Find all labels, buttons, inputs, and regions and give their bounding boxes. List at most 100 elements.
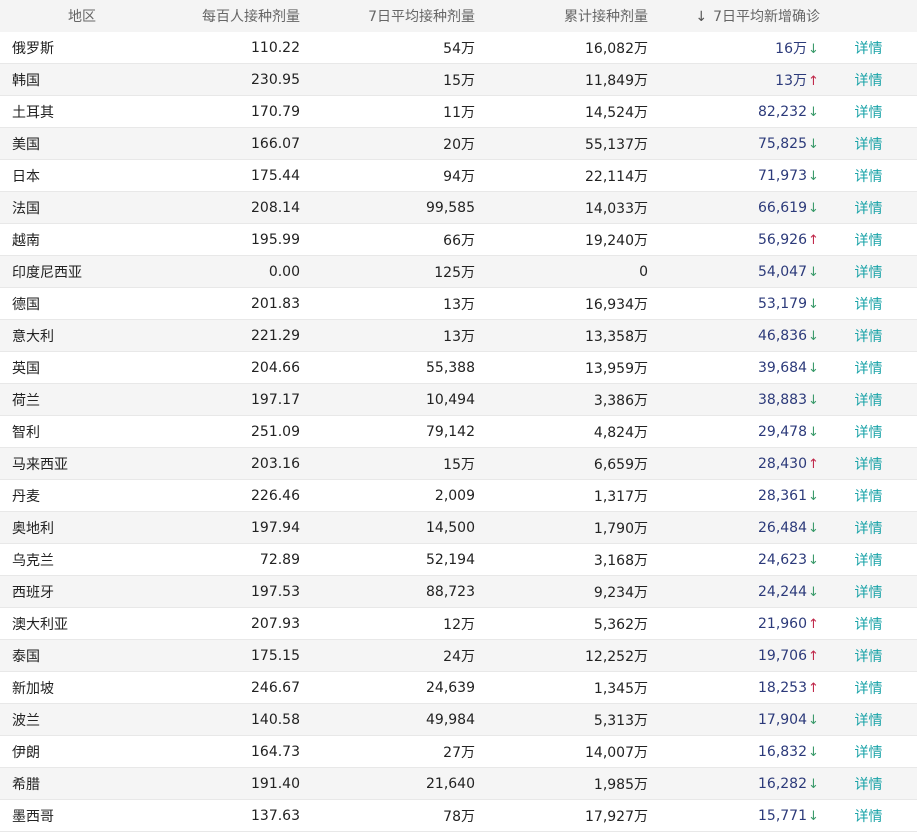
header-region[interactable]: 地区 — [0, 0, 160, 32]
arrow-up-icon: ↑ — [808, 456, 819, 472]
detail-link[interactable]: 详情 — [855, 617, 883, 633]
cell-avg7-dose: 125万 — [300, 255, 475, 288]
cell-region: 新加坡 — [0, 671, 160, 704]
cell-avg7-dose: 12万 — [300, 607, 475, 640]
cell-avg7-confirmed: 16万↓ — [648, 32, 820, 64]
detail-link[interactable]: 详情 — [855, 137, 883, 153]
arrow-down-icon: ↓ — [808, 552, 819, 568]
detail-link[interactable]: 详情 — [855, 777, 883, 793]
cell-region: 奥地利 — [0, 511, 160, 544]
cell-region: 马来西亚 — [0, 447, 160, 480]
cell-per-hundred: 208.14 — [160, 191, 300, 224]
table-row: 俄罗斯 110.22 54万 16,082万 16万↓ 详情 — [0, 32, 917, 64]
confirmed-value: 28,430 — [758, 455, 807, 472]
cell-per-hundred: 203.16 — [160, 447, 300, 480]
detail-link[interactable]: 详情 — [855, 329, 883, 345]
detail-link[interactable]: 详情 — [855, 681, 883, 697]
detail-link[interactable]: 详情 — [855, 489, 883, 505]
cell-per-hundred: 197.53 — [160, 575, 300, 608]
arrow-down-icon: ↓ — [808, 808, 819, 824]
confirmed-value: 54,047 — [758, 263, 807, 280]
cell-detail: 详情 — [820, 415, 917, 448]
table-row: 越南 195.99 66万 19,240万 56,926↑ 详情 — [0, 223, 917, 256]
detail-link[interactable]: 详情 — [855, 297, 883, 313]
confirmed-value: 16,282 — [758, 775, 807, 792]
cell-region: 印度尼西亚 — [0, 255, 160, 288]
header-avg7-confirmed[interactable]: ↓ 7日平均新增确诊 — [648, 0, 820, 32]
detail-link[interactable]: 详情 — [855, 521, 883, 537]
arrow-down-icon: ↓ — [808, 392, 819, 408]
cell-detail: 详情 — [820, 127, 917, 160]
arrow-down-icon: ↓ — [808, 360, 819, 376]
confirmed-value: 26,484 — [758, 519, 807, 536]
arrow-up-icon: ↑ — [808, 648, 819, 664]
header-avg7-dose[interactable]: 7日平均接种剂量 — [300, 0, 475, 32]
table-row: 意大利 221.29 13万 13,358万 46,836↓ 详情 — [0, 319, 917, 352]
header-per-hundred[interactable]: 每百人接种剂量 — [160, 0, 300, 32]
cell-avg7-dose: 13万 — [300, 319, 475, 352]
cell-avg7-dose: 27万 — [300, 735, 475, 768]
header-row: 地区 每百人接种剂量 7日平均接种剂量 累计接种剂量 ↓ 7日平均新增确诊 — [0, 0, 917, 32]
table-row: 墨西哥 137.63 78万 17,927万 15,771↓ 详情 — [0, 799, 917, 832]
cell-per-hundred: 197.94 — [160, 511, 300, 544]
detail-link[interactable]: 详情 — [855, 585, 883, 601]
table-row: 印度尼西亚 0.00 125万 0 54,047↓ 详情 — [0, 255, 917, 288]
table-row: 英国 204.66 55,388 13,959万 39,684↓ 详情 — [0, 351, 917, 384]
arrow-down-icon: ↓ — [808, 744, 819, 760]
detail-link[interactable]: 详情 — [855, 745, 883, 761]
detail-link[interactable]: 详情 — [855, 809, 883, 825]
cell-detail: 详情 — [820, 511, 917, 544]
detail-link[interactable]: 详情 — [855, 649, 883, 665]
cell-region: 墨西哥 — [0, 799, 160, 832]
cell-detail: 详情 — [820, 543, 917, 576]
arrow-down-icon: ↓ — [808, 584, 819, 600]
cell-avg7-dose: 88,723 — [300, 575, 475, 608]
arrow-down-icon: ↓ — [808, 136, 819, 152]
cell-per-hundred: 226.46 — [160, 479, 300, 512]
detail-link[interactable]: 详情 — [855, 73, 883, 89]
cell-total-dose: 1,345万 — [475, 671, 648, 704]
detail-link[interactable]: 详情 — [855, 713, 883, 729]
detail-link[interactable]: 详情 — [855, 393, 883, 409]
cell-avg7-confirmed: 56,926↑ — [648, 223, 820, 256]
detail-link[interactable]: 详情 — [855, 233, 883, 249]
header-total-dose[interactable]: 累计接种剂量 — [475, 0, 648, 32]
detail-link[interactable]: 详情 — [855, 425, 883, 441]
cell-avg7-dose: 2,009 — [300, 479, 475, 512]
cell-avg7-dose: 14,500 — [300, 511, 475, 544]
detail-link[interactable]: 详情 — [855, 457, 883, 473]
detail-link[interactable]: 详情 — [855, 105, 883, 121]
cell-avg7-dose: 11万 — [300, 95, 475, 128]
cell-per-hundred: 170.79 — [160, 95, 300, 128]
cell-detail: 详情 — [820, 223, 917, 256]
cell-avg7-confirmed: 66,619↓ — [648, 191, 820, 224]
detail-link[interactable]: 详情 — [855, 553, 883, 569]
cell-avg7-dose: 52,194 — [300, 543, 475, 576]
cell-region: 澳大利亚 — [0, 607, 160, 640]
cell-total-dose: 0 — [475, 255, 648, 288]
detail-link[interactable]: 详情 — [855, 201, 883, 217]
detail-link[interactable]: 详情 — [855, 265, 883, 281]
sort-arrow-down-icon[interactable]: ↓ — [695, 9, 707, 25]
detail-link[interactable]: 详情 — [855, 41, 883, 57]
cell-detail: 详情 — [820, 351, 917, 384]
cell-avg7-dose: 55,388 — [300, 351, 475, 384]
detail-link[interactable]: 详情 — [855, 361, 883, 377]
arrow-up-icon: ↑ — [808, 616, 819, 632]
cell-detail: 详情 — [820, 479, 917, 512]
table-row: 德国 201.83 13万 16,934万 53,179↓ 详情 — [0, 287, 917, 320]
cell-region: 美国 — [0, 127, 160, 160]
cell-avg7-confirmed: 28,361↓ — [648, 479, 820, 512]
cell-avg7-confirmed: 13万↑ — [648, 63, 820, 96]
cell-detail: 详情 — [820, 95, 917, 128]
cell-per-hundred: 0.00 — [160, 255, 300, 288]
arrow-down-icon: ↓ — [808, 41, 819, 57]
cell-avg7-dose: 13万 — [300, 287, 475, 320]
confirmed-value: 21,960 — [758, 615, 807, 632]
cell-total-dose: 11,849万 — [475, 63, 648, 96]
cell-detail: 详情 — [820, 191, 917, 224]
detail-link[interactable]: 详情 — [855, 169, 883, 185]
confirmed-value: 15,771 — [758, 807, 807, 824]
confirmed-value: 66,619 — [758, 199, 807, 216]
cell-total-dose: 1,985万 — [475, 767, 648, 800]
